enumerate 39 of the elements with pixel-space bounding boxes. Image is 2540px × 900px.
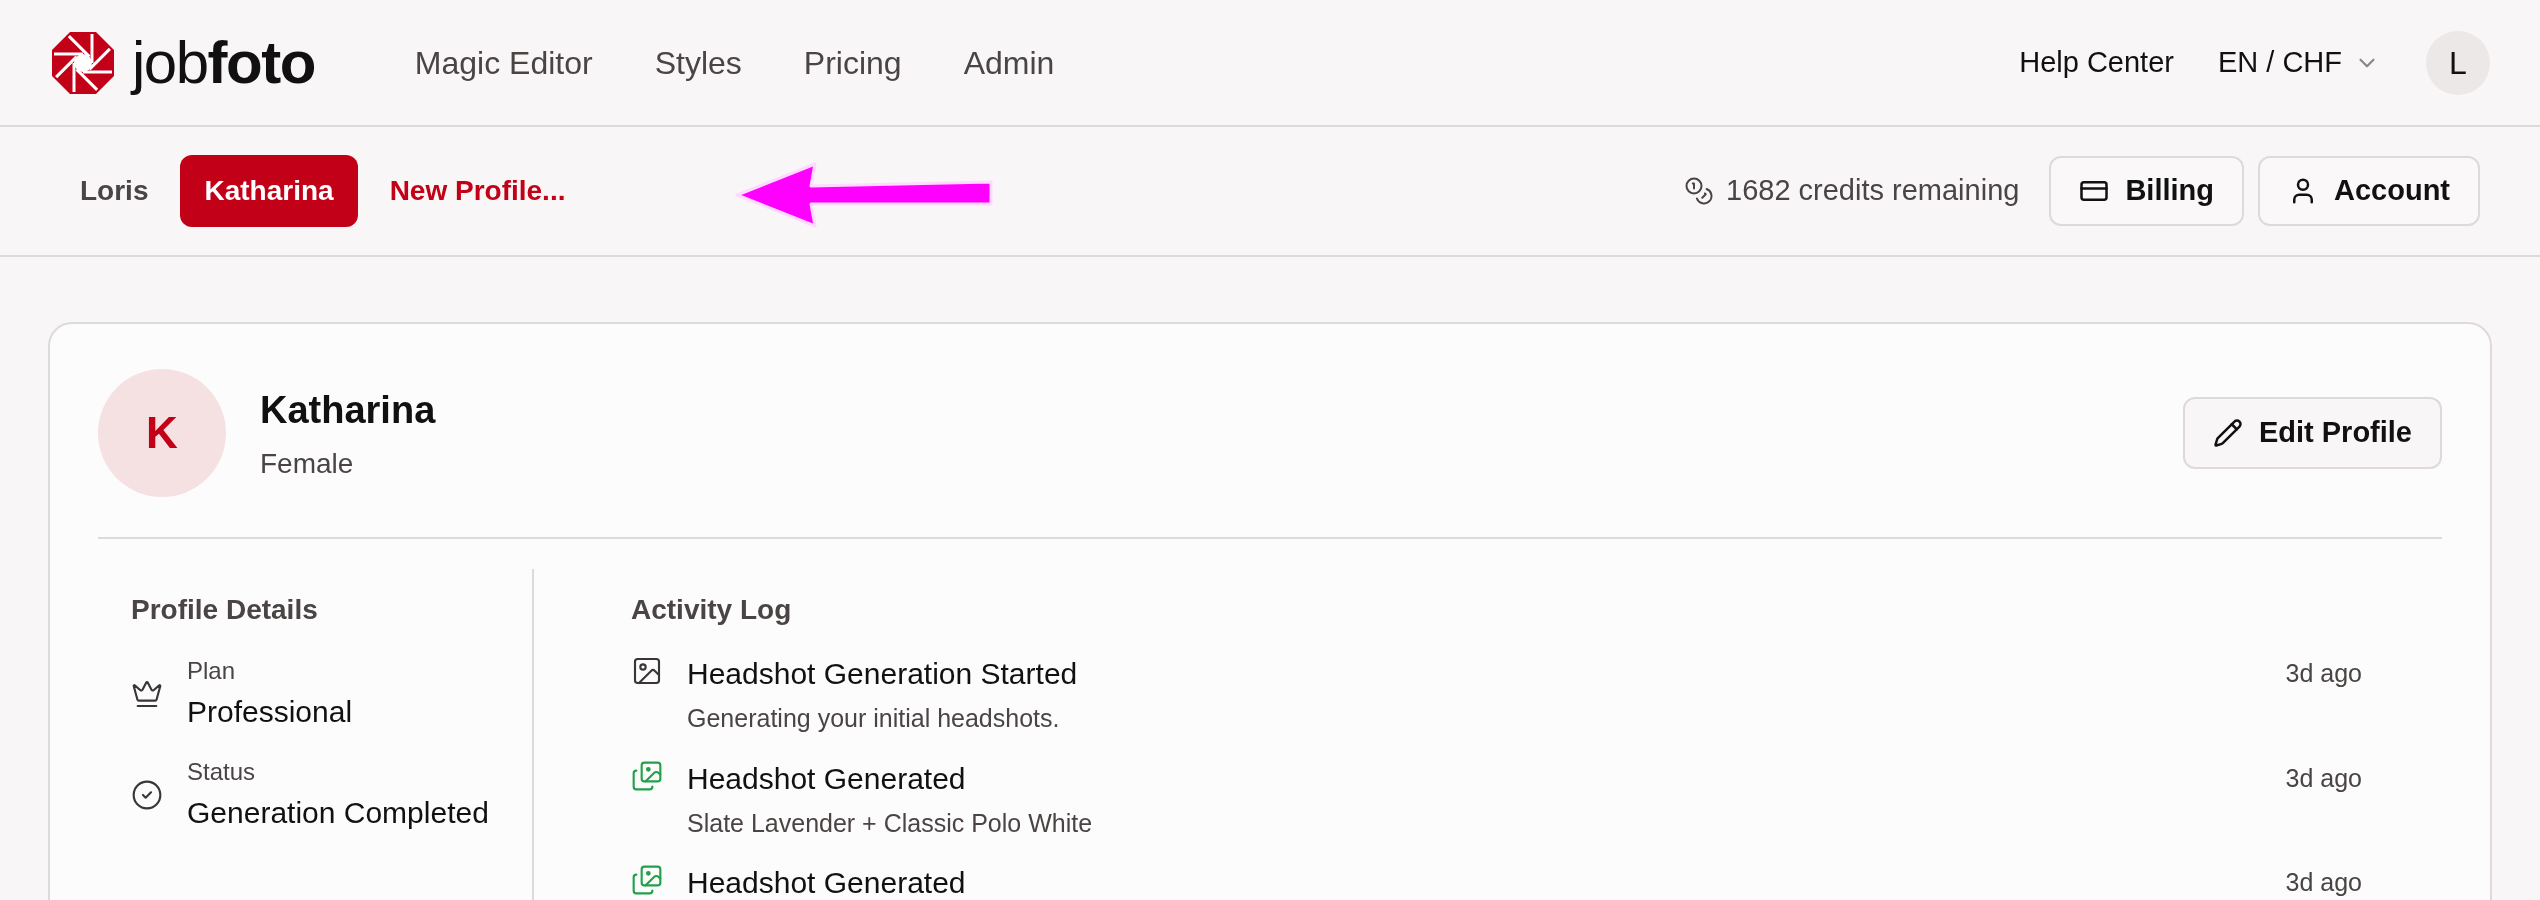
help-center-link[interactable]: Help Center: [2019, 40, 2174, 85]
detail-label: Status: [187, 757, 257, 787]
activity-subtitle: Generating your initial headshots.: [687, 703, 1061, 734]
coins-icon: [1684, 176, 1714, 206]
detail-value: Professional: [187, 694, 353, 730]
activity-title: Headshot Generated: [687, 865, 966, 900]
user-avatar[interactable]: L: [2426, 30, 2490, 95]
section-title: Profile Details: [131, 593, 319, 627]
activity-time: 3d ago: [2285, 762, 2362, 794]
profile-tab[interactable]: Katharina: [180, 155, 358, 227]
image-icon: [631, 655, 663, 687]
credits-remaining: 1682 credits remaining: [1726, 173, 2020, 209]
check-circle-icon: [131, 778, 163, 811]
detail-value: Generation Completed: [187, 795, 489, 831]
pencil-icon: [2212, 418, 2243, 448]
nav-link[interactable]: Styles: [654, 38, 742, 87]
edit-profile-button[interactable]: Edit Profile: [2182, 397, 2442, 469]
nav-link[interactable]: Admin: [963, 38, 1055, 87]
nav-link[interactable]: Magic Editor: [414, 38, 593, 87]
aperture-logo-icon: [50, 29, 116, 96]
activity-subtitle: Slate Lavender + Classic Polo White: [687, 807, 1093, 839]
profile-gender: Female: [260, 446, 355, 481]
activity-time: 3d ago: [2285, 658, 2362, 689]
profile-avatar: K: [98, 369, 226, 497]
activity-title: Headshot Generated: [687, 760, 967, 797]
section-title: Activity Log: [631, 593, 793, 627]
images-icon: [631, 759, 663, 792]
images-icon: [631, 864, 663, 896]
detail-label: Plan: [187, 656, 237, 686]
profile-name: Katharina: [260, 387, 436, 433]
nav-link[interactable]: Pricing: [803, 38, 902, 87]
profile-tab[interactable]: Loris: [56, 155, 173, 227]
activity-time: 3d ago: [2285, 867, 2362, 898]
locale-dropdown[interactable]: EN / CHF: [2217, 40, 2380, 85]
new-profile-link[interactable]: New Profile...: [365, 155, 590, 227]
brand-wordmark[interactable]: jobfoto: [132, 17, 315, 108]
activity-title: Headshot Generation Started: [687, 656, 1078, 692]
billing-button[interactable]: Billing: [2049, 156, 2244, 226]
account-button[interactable]: Account: [2258, 156, 2480, 226]
